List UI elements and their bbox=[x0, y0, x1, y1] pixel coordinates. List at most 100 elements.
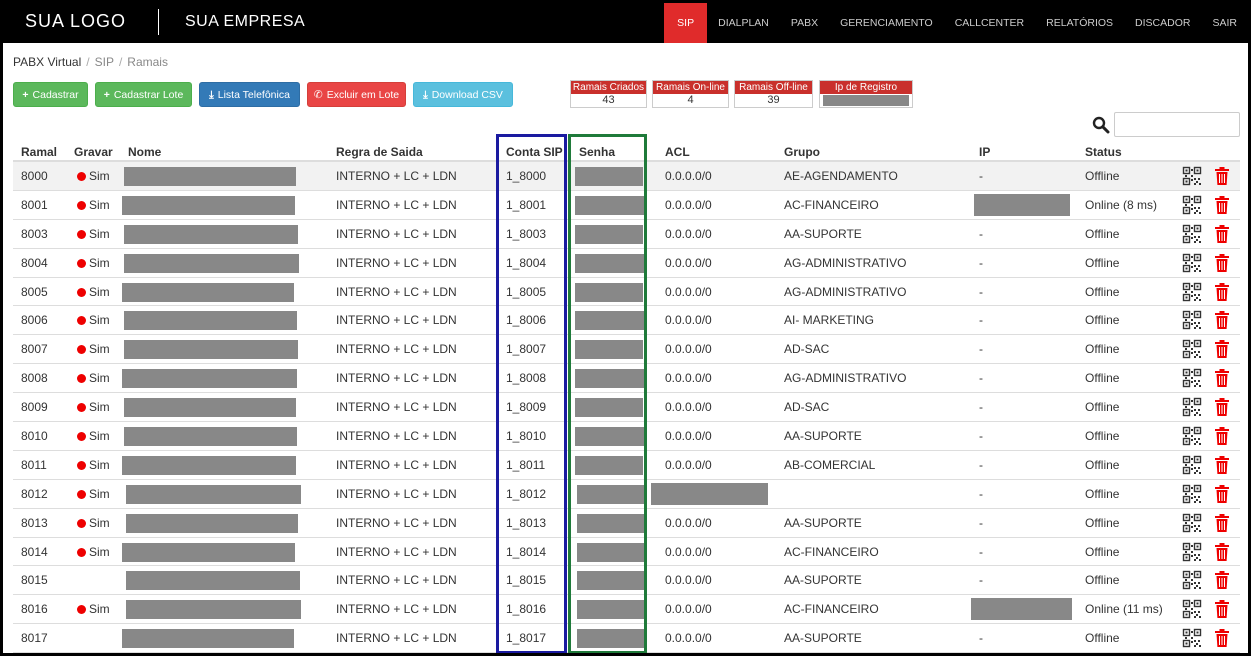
trash-icon[interactable] bbox=[1212, 426, 1232, 446]
cadastrar-button[interactable]: + Cadastrar bbox=[13, 82, 88, 107]
trash-icon[interactable] bbox=[1212, 253, 1232, 273]
ip-cell: - bbox=[979, 169, 983, 183]
header-grupo[interactable]: Grupo bbox=[784, 145, 820, 159]
gravar-cell: Sim bbox=[77, 595, 110, 623]
qr-code-icon[interactable] bbox=[1182, 310, 1202, 330]
redacted-name bbox=[124, 167, 296, 186]
search-icon[interactable] bbox=[1092, 116, 1110, 134]
ip-cell: - bbox=[979, 313, 983, 328]
regra-saida-cell: INTERNO + LC + LDN bbox=[336, 486, 457, 501]
breadcrumb-sip[interactable]: SIP bbox=[95, 55, 114, 69]
trash-icon[interactable] bbox=[1212, 339, 1232, 359]
grupo-cell: AD-SAC bbox=[784, 342, 830, 357]
header-acl[interactable]: ACL bbox=[665, 145, 690, 159]
search-input[interactable] bbox=[1114, 112, 1240, 137]
nav-item-callcenter[interactable]: CALLCENTER bbox=[944, 3, 1035, 43]
button-label: Lista Telefônica bbox=[217, 89, 290, 101]
ramal-cell: 8001 bbox=[21, 197, 48, 212]
acl-cell: 0.0.0.0/0 bbox=[665, 573, 712, 588]
qr-code-icon[interactable] bbox=[1182, 542, 1202, 562]
recording-dot-icon bbox=[77, 605, 86, 615]
acl-cell: 0.0.0.0/0 bbox=[665, 515, 712, 530]
trash-icon[interactable] bbox=[1212, 513, 1232, 533]
qr-code-icon[interactable] bbox=[1182, 166, 1202, 186]
excluir-lote-button[interactable]: ✆ Excluir em Lote bbox=[307, 82, 406, 107]
qr-code-icon[interactable] bbox=[1182, 224, 1202, 244]
acl-cell: 0.0.0.0/0 bbox=[665, 226, 712, 241]
lista-telefonica-button[interactable]: ⤓ Lista Telefônica bbox=[199, 82, 300, 107]
header-gravar[interactable]: Gravar bbox=[74, 145, 113, 159]
nav-item-gerenciamento[interactable]: GERENCIAMENTO bbox=[829, 3, 944, 43]
redacted-name bbox=[122, 282, 294, 302]
qr-code-icon[interactable] bbox=[1182, 628, 1202, 648]
qr-code-icon[interactable] bbox=[1182, 282, 1202, 302]
trash-icon[interactable] bbox=[1212, 397, 1232, 417]
trash-icon[interactable] bbox=[1212, 368, 1232, 388]
trash-icon[interactable] bbox=[1212, 310, 1232, 330]
nav-item-dialplan[interactable]: DIALPLAN bbox=[707, 3, 780, 43]
regra-saida-cell: INTERNO + LC + LDN bbox=[336, 169, 457, 183]
qr-code-icon[interactable] bbox=[1182, 253, 1202, 273]
ip-cell: - bbox=[979, 255, 983, 270]
trash-icon[interactable] bbox=[1212, 282, 1232, 302]
acl-cell: 0.0.0.0/0 bbox=[665, 313, 712, 328]
header-ramal[interactable]: Ramal bbox=[21, 145, 57, 159]
header-regra-saida[interactable]: Regra de Saida bbox=[336, 145, 423, 159]
ip-cell: - bbox=[979, 371, 983, 386]
acl-cell: 0.0.0.0/0 bbox=[665, 429, 712, 444]
trash-icon[interactable] bbox=[1212, 484, 1232, 504]
button-label: Download CSV bbox=[431, 89, 503, 101]
acl-cell: 0.0.0.0/0 bbox=[665, 602, 712, 617]
header-nome[interactable]: Nome bbox=[128, 145, 161, 159]
nav-item-sip[interactable]: SIP bbox=[664, 3, 708, 43]
logo[interactable]: SUA LOGO bbox=[25, 11, 126, 32]
stat-ip-registro: Ip de Registro bbox=[819, 80, 913, 108]
breadcrumb-pabx[interactable]: PABX Virtual bbox=[13, 55, 81, 69]
ip-cell: - bbox=[979, 226, 983, 241]
recording-dot-icon bbox=[77, 258, 86, 268]
button-label: Cadastrar bbox=[32, 89, 79, 101]
trash-icon[interactable] bbox=[1212, 166, 1232, 186]
qr-code-icon[interactable] bbox=[1182, 570, 1202, 590]
recording-dot-icon bbox=[77, 316, 86, 326]
header-status[interactable]: Status bbox=[1085, 145, 1122, 159]
download-csv-button[interactable]: ⤓ Download CSV bbox=[413, 82, 513, 107]
acl-cell: 0.0.0.0/0 bbox=[665, 197, 712, 212]
gravar-cell: Sim bbox=[77, 538, 110, 566]
redacted-name bbox=[124, 253, 299, 273]
gravar-cell: Sim bbox=[77, 393, 110, 421]
nav-item-sair[interactable]: SAIR bbox=[1201, 3, 1248, 43]
trash-icon[interactable] bbox=[1212, 542, 1232, 562]
nav-item-discador[interactable]: DISCADOR bbox=[1124, 3, 1201, 43]
qr-code-icon[interactable] bbox=[1182, 195, 1202, 215]
qr-code-icon[interactable] bbox=[1182, 484, 1202, 504]
trash-icon[interactable] bbox=[1212, 455, 1232, 475]
recording-dot-icon bbox=[77, 489, 86, 499]
header-ip[interactable]: IP bbox=[979, 145, 990, 159]
cadastrar-lote-button[interactable]: + Cadastrar Lote bbox=[95, 82, 192, 107]
recording-dot-icon bbox=[77, 518, 86, 528]
qr-code-icon[interactable] bbox=[1182, 339, 1202, 359]
qr-code-icon[interactable] bbox=[1182, 368, 1202, 388]
qr-code-icon[interactable] bbox=[1182, 397, 1202, 417]
grupo-cell: AI- MARKETING bbox=[784, 313, 875, 328]
qr-code-icon[interactable] bbox=[1182, 455, 1202, 475]
qr-code-icon[interactable] bbox=[1182, 513, 1202, 533]
stat-ramais-criados: Ramais Criados 43 bbox=[570, 80, 647, 108]
trash-icon[interactable] bbox=[1212, 599, 1232, 619]
trash-icon[interactable] bbox=[1212, 570, 1232, 590]
nav-item-relatórios[interactable]: RELATÓRIOS bbox=[1035, 3, 1124, 43]
trash-icon[interactable] bbox=[1212, 628, 1232, 648]
recording-dot-icon bbox=[77, 547, 86, 557]
qr-code-icon[interactable] bbox=[1182, 599, 1202, 619]
qr-code-icon[interactable] bbox=[1182, 426, 1202, 446]
ip-cell: - bbox=[979, 457, 983, 472]
ramal-cell: 8006 bbox=[21, 313, 48, 328]
ip-cell: - bbox=[979, 284, 983, 299]
nav-item-pabx[interactable]: PABX bbox=[780, 3, 829, 43]
trash-icon[interactable] bbox=[1212, 224, 1232, 244]
trash-icon[interactable] bbox=[1212, 195, 1232, 215]
gravar-value: Sim bbox=[89, 226, 110, 241]
grupo-cell: AA-SUPORTE bbox=[784, 226, 862, 241]
acl-cell: 0.0.0.0/0 bbox=[665, 457, 712, 472]
